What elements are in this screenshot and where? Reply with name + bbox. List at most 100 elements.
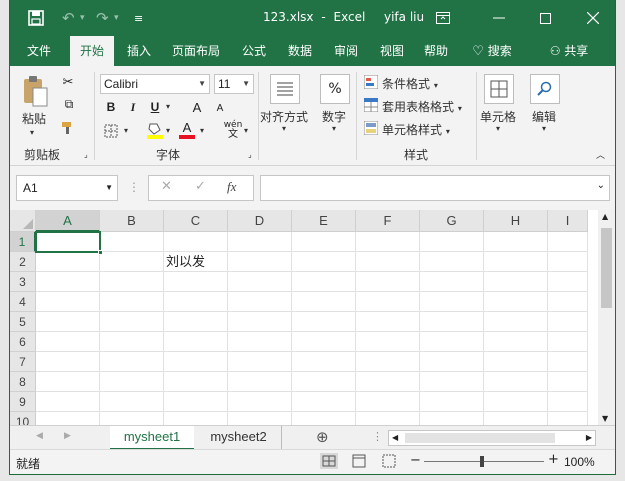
- cell-E2[interactable]: [292, 252, 356, 272]
- font-name-combo[interactable]: Calibri ▼: [100, 74, 210, 94]
- cell-H8[interactable]: [484, 372, 548, 392]
- cell-G2[interactable]: [420, 252, 484, 272]
- share-button[interactable]: ⚇ 共享: [544, 36, 594, 66]
- zoom-slider-thumb[interactable]: [480, 456, 484, 467]
- cell-D5[interactable]: [228, 312, 292, 332]
- tab-home[interactable]: 开始: [70, 36, 114, 66]
- bold-button[interactable]: B: [102, 98, 120, 116]
- horizontal-scrollbar[interactable]: ◀ ▶: [388, 430, 596, 446]
- row-header-6[interactable]: 6: [10, 332, 36, 352]
- cell-B8[interactable]: [100, 372, 164, 392]
- font-launcher-icon[interactable]: ⌟: [248, 150, 252, 159]
- cell-A2[interactable]: [36, 252, 100, 272]
- tab-file[interactable]: 文件: [16, 36, 62, 66]
- cell-F5[interactable]: [356, 312, 420, 332]
- collapse-ribbon-icon[interactable]: ︿: [596, 148, 605, 161]
- cell-I1[interactable]: [548, 232, 588, 252]
- next-sheet-icon[interactable]: ▶: [64, 431, 71, 441]
- name-box[interactable]: A1 ▼: [16, 175, 118, 201]
- cell-B5[interactable]: [100, 312, 164, 332]
- cell-E4[interactable]: [292, 292, 356, 312]
- row-header-2[interactable]: 2: [10, 252, 36, 272]
- row-header-8[interactable]: 8: [10, 372, 36, 392]
- shrink-font-button[interactable]: A: [212, 100, 228, 116]
- paste-dropdown-icon[interactable]: ▾: [30, 128, 34, 137]
- alignment-dropdown-icon[interactable]: ▾: [282, 124, 286, 133]
- page-break-view-icon[interactable]: [380, 453, 398, 472]
- cell-I6[interactable]: [548, 332, 588, 352]
- scroll-left-icon[interactable]: ◀: [392, 433, 398, 442]
- column-header-F[interactable]: F: [356, 210, 420, 232]
- cell-C8[interactable]: [164, 372, 228, 392]
- enter-icon[interactable]: ✓: [195, 179, 206, 194]
- cell-F2[interactable]: [356, 252, 420, 272]
- cell-H6[interactable]: [484, 332, 548, 352]
- cell-E9[interactable]: [292, 392, 356, 412]
- cancel-icon[interactable]: ✕: [161, 179, 172, 194]
- cell-C7[interactable]: [164, 352, 228, 372]
- editing-dropdown-icon[interactable]: ▾: [542, 124, 546, 133]
- cell-A7[interactable]: [36, 352, 100, 372]
- cells-icon[interactable]: [484, 74, 514, 104]
- tab-splitter-icon[interactable]: ⋮: [372, 430, 383, 443]
- expand-formula-bar-icon[interactable]: ⌄: [597, 180, 605, 191]
- fill-color-dropdown-icon[interactable]: ▾: [166, 126, 170, 135]
- scroll-down-icon[interactable]: ▼: [602, 414, 608, 423]
- cell-A3[interactable]: [36, 272, 100, 292]
- cell-E1[interactable]: [292, 232, 356, 252]
- cell-G4[interactable]: [420, 292, 484, 312]
- search-icon[interactable]: [530, 74, 560, 104]
- cell-style-button[interactable]: 单元格样式 ▾: [382, 121, 450, 138]
- number-dropdown-icon[interactable]: ▾: [332, 124, 336, 133]
- cell-H1[interactable]: [484, 232, 548, 252]
- tab-page-layout[interactable]: 页面布局: [166, 36, 226, 66]
- column-header-B[interactable]: B: [100, 210, 164, 232]
- cell-D3[interactable]: [228, 272, 292, 292]
- page-layout-view-icon[interactable]: [350, 453, 368, 472]
- row-header-7[interactable]: 7: [10, 352, 36, 372]
- grow-font-button[interactable]: A: [188, 98, 206, 116]
- font-color-dropdown-icon[interactable]: ▾: [200, 126, 204, 135]
- cell-B9[interactable]: [100, 392, 164, 412]
- format-painter-icon[interactable]: [60, 120, 76, 136]
- maximize-icon[interactable]: [522, 0, 568, 36]
- cell-H2[interactable]: [484, 252, 548, 272]
- phonetic-dropdown-icon[interactable]: ▾: [244, 126, 248, 135]
- column-header-H[interactable]: H: [484, 210, 548, 232]
- insert-function-icon[interactable]: fx: [227, 179, 236, 195]
- cell-B6[interactable]: [100, 332, 164, 352]
- cell-D7[interactable]: [228, 352, 292, 372]
- column-header-E[interactable]: E: [292, 210, 356, 232]
- cell-H7[interactable]: [484, 352, 548, 372]
- cell-I9[interactable]: [548, 392, 588, 412]
- cell-E8[interactable]: [292, 372, 356, 392]
- ribbon-display-options-icon[interactable]: [420, 0, 466, 36]
- number-format-icon[interactable]: %: [320, 74, 350, 104]
- redo-icon[interactable]: ↷: [96, 0, 109, 36]
- cell-B4[interactable]: [100, 292, 164, 312]
- cell-F3[interactable]: [356, 272, 420, 292]
- paste-icon[interactable]: [20, 74, 50, 110]
- cells-dropdown-icon[interactable]: ▾: [496, 124, 500, 133]
- cell-H9[interactable]: [484, 392, 548, 412]
- cell-G8[interactable]: [420, 372, 484, 392]
- column-header-I[interactable]: I: [548, 210, 588, 232]
- cell-F8[interactable]: [356, 372, 420, 392]
- cell-A9[interactable]: [36, 392, 100, 412]
- underline-dropdown-icon[interactable]: ▾: [166, 102, 170, 111]
- alignment-icon[interactable]: [270, 74, 300, 104]
- zoom-in-icon[interactable]: +: [548, 452, 559, 467]
- scroll-thumb[interactable]: [601, 228, 612, 308]
- cell-E5[interactable]: [292, 312, 356, 332]
- tab-data[interactable]: 数据: [280, 36, 320, 66]
- cell-G6[interactable]: [420, 332, 484, 352]
- cell-F7[interactable]: [356, 352, 420, 372]
- cell-H3[interactable]: [484, 272, 548, 292]
- cell-C5[interactable]: [164, 312, 228, 332]
- font-size-combo[interactable]: 11 ▼: [214, 74, 254, 94]
- cell-H4[interactable]: [484, 292, 548, 312]
- cell-B2[interactable]: [100, 252, 164, 272]
- formula-input[interactable]: ⌄: [260, 175, 610, 201]
- cell-I8[interactable]: [548, 372, 588, 392]
- cell-D4[interactable]: [228, 292, 292, 312]
